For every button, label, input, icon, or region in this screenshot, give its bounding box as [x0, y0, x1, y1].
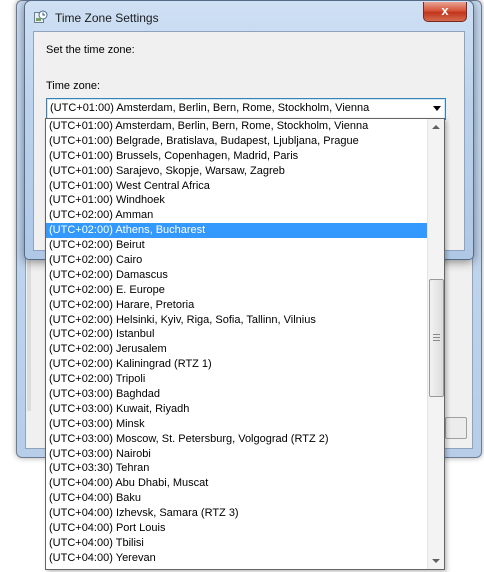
time-zone-option[interactable]: (UTC+02:00) Istanbul [46, 327, 428, 342]
time-zone-option[interactable]: (UTC+04:00) Baku [46, 491, 428, 506]
time-zone-option[interactable]: (UTC+01:00) Amsterdam, Berlin, Bern, Rom… [46, 119, 428, 134]
time-zone-option[interactable]: (UTC+02:00) Jerusalem [46, 342, 428, 357]
clock-globe-icon [34, 10, 48, 23]
title-bar[interactable]: Time Zone Settings x [25, 1, 473, 31]
scrollbar-thumb[interactable] [429, 279, 444, 397]
time-zone-option[interactable]: (UTC+04:00) Port Louis [46, 521, 428, 536]
time-zone-label: Time zone: [46, 80, 101, 92]
scroll-up-arrow-icon [432, 125, 440, 129]
time-zone-option[interactable]: (UTC+02:00) Harare, Pretoria [46, 298, 428, 313]
time-zone-option[interactable]: (UTC+03:00) Nairobi [46, 447, 428, 462]
dialog-title: Time Zone Settings [55, 11, 159, 25]
time-zone-option[interactable]: (UTC+02:00) Damascus [46, 268, 428, 283]
time-zone-dropdown-list[interactable]: (UTC+01:00) Amsterdam, Berlin, Bern, Rom… [45, 118, 445, 570]
time-zone-option[interactable]: (UTC+03:00) Baghdad [46, 387, 428, 402]
chevron-down-icon[interactable] [433, 106, 441, 111]
time-zone-option[interactable]: (UTC+04:00) Yerevan [46, 551, 428, 566]
time-zone-option[interactable]: (UTC+02:00) Cairo [46, 253, 428, 268]
time-zone-option[interactable]: (UTC+02:00) E. Europe [46, 283, 428, 298]
scroll-up-button[interactable] [428, 119, 444, 135]
time-zone-option[interactable]: (UTC+01:00) Sarajevo, Skopje, Warsaw, Za… [46, 164, 428, 179]
time-zone-option[interactable]: (UTC+04:00) Tbilisi [46, 536, 428, 551]
time-zone-option[interactable]: (UTC+02:00) Helsinki, Kyiv, Riga, Sofia,… [46, 313, 428, 328]
time-zone-option[interactable]: (UTC+02:00) Kaliningrad (RTZ 1) [46, 357, 428, 372]
background-dialog-divider [27, 251, 31, 411]
time-zone-option[interactable]: (UTC+03:00) Minsk [46, 417, 428, 432]
dropdown-scrollbar[interactable] [427, 119, 444, 569]
time-zone-option[interactable]: (UTC+04:00) Izhevsk, Samara (RTZ 3) [46, 506, 428, 521]
time-zone-option[interactable]: (UTC+01:00) Windhoek [46, 193, 428, 208]
time-zone-combobox[interactable]: (UTC+01:00) Amsterdam, Berlin, Bern, Rom… [46, 98, 446, 120]
set-time-zone-prompt: Set the time zone: [46, 44, 135, 56]
time-zone-option[interactable]: (UTC+04:00) Abu Dhabi, Muscat [46, 476, 428, 491]
time-zone-option[interactable]: (UTC+01:00) West Central Africa [46, 179, 428, 194]
time-zone-option[interactable]: (UTC+02:00) Athens, Bucharest [46, 223, 428, 239]
time-zone-option[interactable]: (UTC+02:00) Amman [46, 208, 428, 223]
scroll-down-button[interactable] [428, 553, 444, 569]
time-zone-options: (UTC+01:00) Amsterdam, Berlin, Bern, Rom… [46, 119, 428, 566]
time-zone-option[interactable]: (UTC+02:00) Tripoli [46, 372, 428, 387]
time-zone-option[interactable]: (UTC+01:00) Brussels, Copenhagen, Madrid… [46, 149, 428, 164]
time-zone-option[interactable]: (UTC+02:00) Beirut [46, 238, 428, 253]
scroll-down-arrow-icon [432, 559, 440, 563]
time-zone-option[interactable]: (UTC+01:00) Belgrade, Bratislava, Budape… [46, 134, 428, 149]
time-zone-combobox-value: (UTC+01:00) Amsterdam, Berlin, Bern, Rom… [50, 102, 370, 114]
time-zone-option[interactable]: (UTC+03:30) Tehran [46, 461, 428, 476]
background-dialog-button [445, 417, 467, 439]
scrollbar-grip-icon [433, 334, 440, 341]
close-button[interactable]: x [423, 2, 467, 22]
time-zone-option[interactable]: (UTC+03:00) Kuwait, Riyadh [46, 402, 428, 417]
time-zone-option[interactable]: (UTC+03:00) Moscow, St. Petersburg, Volg… [46, 432, 428, 447]
